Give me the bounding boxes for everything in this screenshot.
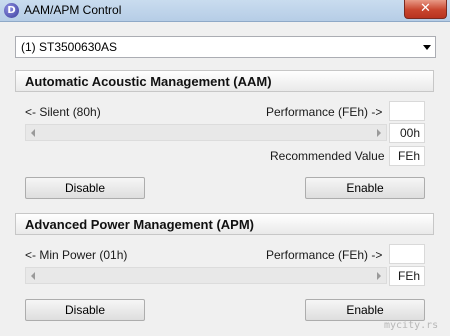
slider-right-arrow-icon[interactable] [377, 272, 381, 280]
aam-header-label: Automatic Acoustic Management (AAM) [25, 74, 272, 89]
app-icon: D [4, 3, 19, 18]
aam-disable-button[interactable]: Disable [25, 177, 145, 199]
aam-recommended-value: FEh [389, 146, 425, 166]
aam-current-value: 00h [389, 123, 425, 143]
slider-left-arrow-icon[interactable] [31, 272, 35, 280]
aam-section-header: Automatic Acoustic Management (AAM) [15, 70, 434, 92]
aam-recommended-label: Recommended Value [270, 149, 385, 163]
slider-right-arrow-icon[interactable] [377, 129, 381, 137]
apm-header-label: Advanced Power Management (APM) [25, 217, 254, 232]
apm-performance-label: Performance (FEh) -> [266, 248, 383, 262]
apm-section-header: Advanced Power Management (APM) [15, 213, 434, 235]
aam-silent-label: <- Silent (80h) [25, 105, 101, 119]
apm-current-value: FEh [389, 266, 425, 286]
apm-slider[interactable] [25, 267, 387, 284]
aam-slider[interactable] [25, 124, 387, 141]
apm-disable-button[interactable]: Disable [25, 299, 145, 321]
apm-enable-button[interactable]: Enable [305, 299, 425, 321]
drive-select-value: (1) ST3500630AS [21, 40, 118, 54]
apm-min-power-label: <- Min Power (01h) [25, 248, 128, 262]
slider-left-arrow-icon[interactable] [31, 129, 35, 137]
aam-performance-label: Performance (FEh) -> [266, 105, 383, 119]
aam-top-value-box [389, 101, 425, 121]
close-button[interactable]: ✕ [404, 0, 447, 19]
apm-top-value-box [389, 244, 425, 264]
drive-select[interactable]: (1) ST3500630AS [15, 36, 436, 58]
title-bar: D AAM/APM Control ✕ [0, 0, 450, 22]
aam-enable-button[interactable]: Enable [305, 177, 425, 199]
chevron-down-icon [423, 45, 431, 50]
watermark: mycity.rs [384, 320, 439, 331]
window-title: AAM/APM Control [24, 3, 122, 17]
